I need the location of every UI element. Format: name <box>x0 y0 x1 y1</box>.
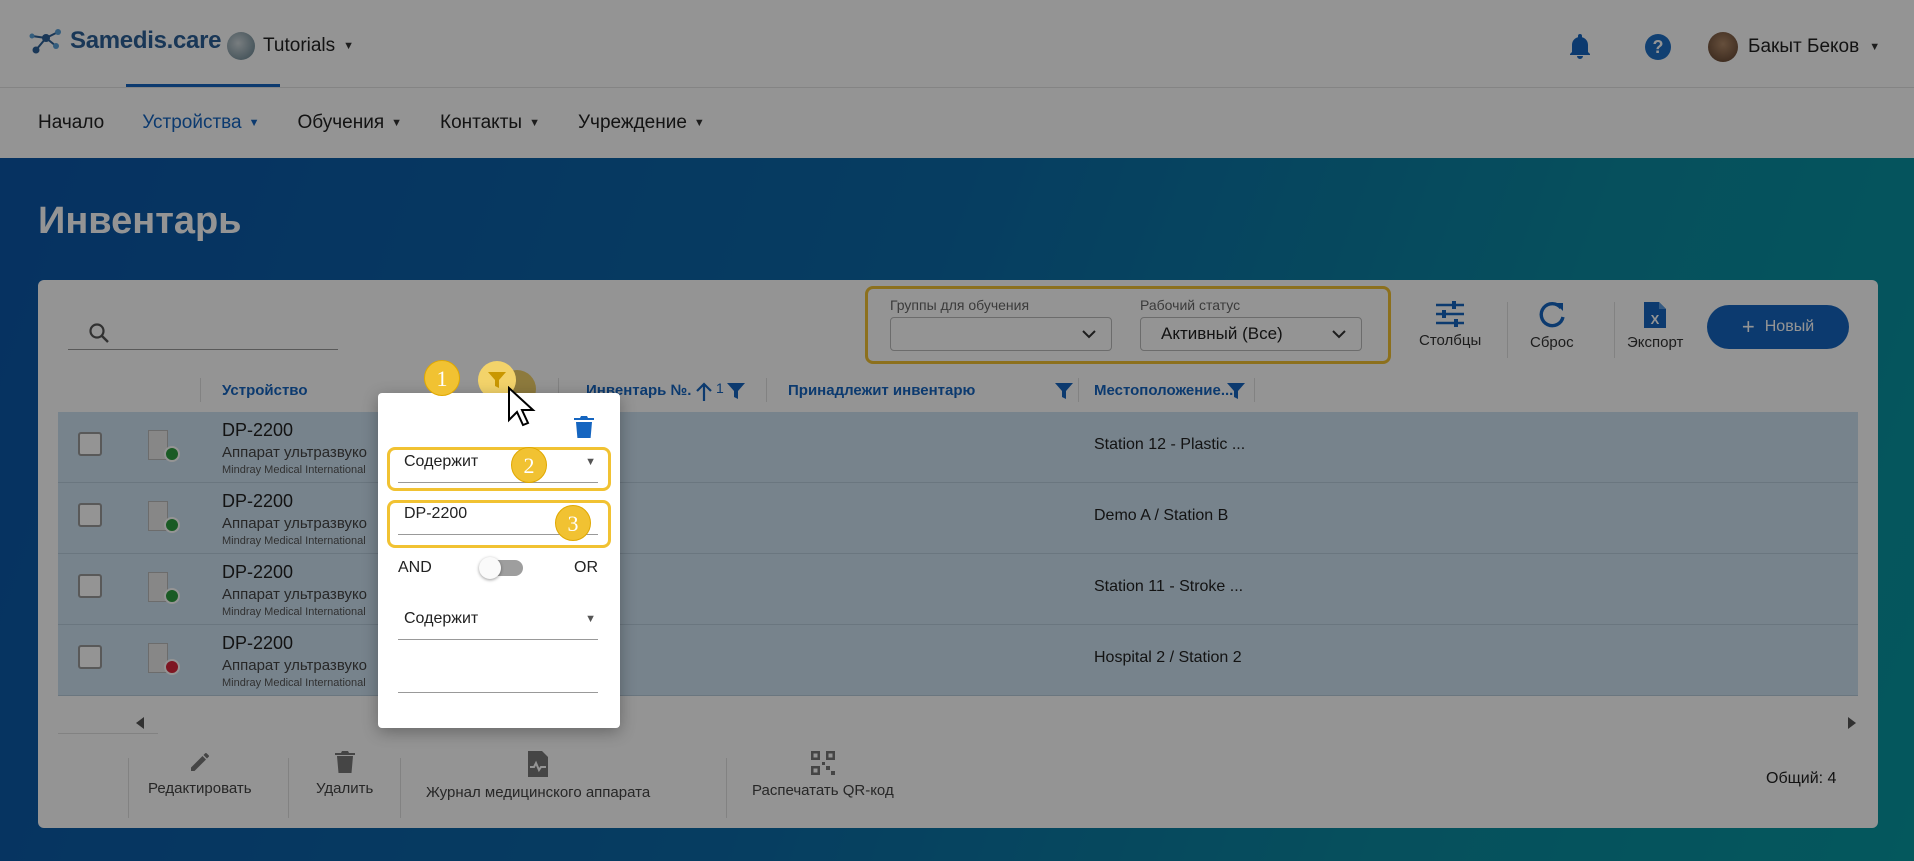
callout-badge: 1 <box>424 360 460 396</box>
callout-badge: 3 <box>555 505 591 541</box>
operator-value: Содержит <box>404 609 479 627</box>
and-label: AND <box>398 559 432 576</box>
filter-icon <box>488 372 506 388</box>
modal-overlay <box>0 0 1914 861</box>
caret-down-icon: ▼ <box>585 612 596 625</box>
trash-icon[interactable] <box>574 415 594 439</box>
filter-value-input-2[interactable] <box>398 651 598 693</box>
callout-badge: 2 <box>511 447 547 483</box>
and-or-toggle-row: AND OR <box>398 557 598 579</box>
operator-highlight <box>387 447 611 491</box>
toggle-knob <box>478 557 501 579</box>
filter-operator-select-2[interactable]: Содержит ▼ <box>398 598 598 640</box>
or-label: OR <box>574 559 598 576</box>
and-or-toggle[interactable] <box>478 557 523 579</box>
column-filter-popup: Содержит ▼ DP-2200 AND OR Содержит ▼ <box>378 393 620 728</box>
mouse-cursor-icon <box>508 386 536 427</box>
